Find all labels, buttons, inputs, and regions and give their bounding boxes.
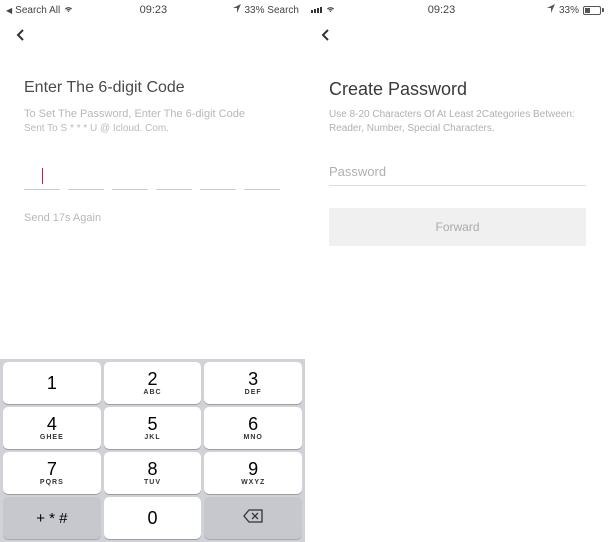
back-button[interactable] — [0, 20, 305, 55]
code-digit-1[interactable] — [24, 162, 60, 190]
backspace-icon — [243, 509, 263, 528]
screen-enter-code: ◀ Search All 09:23 33% Search Enter The … — [0, 0, 305, 542]
content-area: Enter The 6-digit Code To Set The Passwo… — [0, 55, 305, 224]
code-digit-2[interactable] — [68, 162, 104, 190]
location-icon — [547, 4, 555, 16]
key-8[interactable]: 8TUV — [104, 452, 202, 494]
page-subtitle: To Set The Password, Enter The 6-digit C… — [24, 107, 281, 122]
wifi-icon — [325, 5, 336, 16]
page-subtitle: Use 8-20 Characters Of At Least 2Categor… — [329, 108, 586, 136]
status-bar: 09:23 33% — [305, 0, 610, 20]
key-5[interactable]: 5JKL — [104, 407, 202, 449]
key-1[interactable]: 1 — [3, 362, 101, 404]
signal-icon — [311, 7, 322, 13]
status-right: 33% — [547, 4, 604, 16]
back-triangle-icon: ◀ — [6, 6, 12, 15]
carrier-text: Search All — [15, 5, 60, 16]
key-7[interactable]: 7PQRS — [3, 452, 101, 494]
code-digit-6[interactable] — [244, 162, 280, 190]
key-3[interactable]: 3DEF — [204, 362, 302, 404]
page-title: Enter The 6-digit Code — [24, 79, 281, 97]
key-9[interactable]: 9Wxyz — [204, 452, 302, 494]
forward-button[interactable]: Forward — [329, 208, 586, 246]
code-input-row — [24, 162, 281, 190]
password-input[interactable]: Password — [329, 164, 586, 186]
key-symbols[interactable]: + * # — [3, 497, 101, 539]
code-digit-4[interactable] — [156, 162, 192, 190]
code-digit-5[interactable] — [200, 162, 236, 190]
key-0[interactable]: 0 — [104, 497, 202, 539]
key-2[interactable]: 2ABC — [104, 362, 202, 404]
battery-percent: 33% Search — [245, 5, 299, 16]
status-bar: ◀ Search All 09:23 33% Search — [0, 0, 305, 20]
status-time: 09:23 — [140, 4, 168, 16]
battery-icon — [583, 6, 604, 15]
content-area: Create Password Use 8-20 Characters Of A… — [305, 55, 610, 246]
location-icon — [233, 4, 241, 16]
back-button[interactable] — [305, 20, 610, 55]
key-6[interactable]: 6MNO — [204, 407, 302, 449]
status-left: ◀ Search All — [6, 5, 74, 16]
status-right: 33% Search — [233, 4, 299, 16]
wifi-icon — [63, 5, 74, 16]
status-time: 09:23 — [428, 4, 456, 16]
key-4[interactable]: 4Ghee — [3, 407, 101, 449]
resend-text[interactable]: Send 17s Again — [24, 212, 281, 224]
battery-percent: 33% — [559, 5, 579, 16]
page-title: Create Password — [329, 79, 586, 100]
text-cursor — [42, 168, 43, 184]
code-digit-3[interactable] — [112, 162, 148, 190]
password-placeholder: Password — [329, 164, 586, 179]
screen-create-password: 09:23 33% Create Password Use 8-20 Chara… — [305, 0, 610, 542]
numeric-keypad: 1 2ABC 3DEF 4Ghee 5JKL 6MNO 7PQRS 8TUV 9… — [0, 359, 305, 542]
status-left — [311, 5, 336, 16]
page-subtitle-2: Sent To S * * * U @ Icloud. Com. — [24, 123, 281, 134]
key-delete[interactable] — [204, 497, 302, 539]
